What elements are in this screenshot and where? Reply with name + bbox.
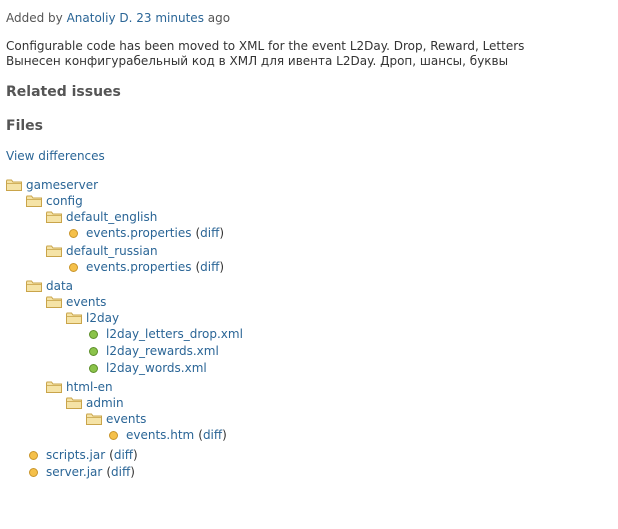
folder-link[interactable]: gameserver	[26, 177, 98, 193]
diff-link[interactable]: diff	[114, 448, 133, 462]
folder-icon	[26, 195, 42, 207]
folder-icon	[46, 245, 62, 257]
folder-row: html-en	[46, 379, 113, 395]
view-differences-link[interactable]: View differences	[6, 149, 105, 163]
folder-row: events	[86, 411, 146, 427]
folder-row: data	[26, 278, 73, 294]
modified-status-icon	[69, 262, 78, 272]
folder-link[interactable]: default_russian	[66, 243, 158, 259]
modified-status-icon	[69, 228, 78, 238]
folder-icon	[26, 280, 42, 292]
file-row: l2day_rewards.xml	[86, 343, 219, 359]
time-ago-link[interactable]: 23 minutes	[136, 11, 204, 25]
folder-icon	[66, 397, 82, 409]
related-issues-heading: Related issues	[6, 84, 121, 100]
file-row: events.properties (diff)	[66, 225, 224, 241]
diff-wrapper: (diff)	[195, 226, 225, 240]
file-link[interactable]: events.properties	[86, 259, 191, 275]
folder-row: events	[46, 294, 106, 310]
folder-icon	[46, 211, 62, 223]
modified-status-icon	[109, 430, 118, 440]
folder-link[interactable]: admin	[86, 395, 124, 411]
added-by-prefix: Added by	[6, 11, 63, 25]
added-status-icon	[89, 346, 98, 356]
folder-icon	[46, 381, 62, 393]
file-link[interactable]: events.htm	[126, 427, 194, 443]
folder-row: admin	[66, 395, 124, 411]
diff-wrapper: (diff)	[195, 260, 225, 274]
added-status-icon	[89, 363, 98, 373]
file-link[interactable]: l2day_words.xml	[106, 360, 207, 376]
diff-wrapper: (diff)	[106, 465, 135, 479]
diff-link[interactable]: diff	[111, 465, 130, 479]
folder-link[interactable]: events	[106, 411, 146, 427]
file-link[interactable]: server.jar	[46, 464, 102, 480]
description-line-2: Вынесен конфигурабельный код в ХМЛ для и…	[6, 54, 509, 68]
folder-icon	[46, 296, 62, 308]
author-link[interactable]: Anatoliy D.	[67, 11, 133, 25]
diff-link[interactable]: diff	[200, 260, 219, 274]
file-link[interactable]: events.properties	[86, 225, 191, 241]
diff-wrapper: (diff)	[198, 428, 227, 442]
file-link[interactable]: l2day_letters_drop.xml	[106, 326, 243, 342]
journal-description: Configurable code has been moved to XML …	[6, 39, 524, 69]
folder-row: gameserver	[6, 177, 98, 193]
file-row: server.jar (diff)	[26, 464, 135, 480]
folder-link[interactable]: config	[46, 193, 83, 209]
folder-icon	[6, 179, 22, 191]
folder-link[interactable]: events	[66, 294, 106, 310]
folder-link[interactable]: default_english	[66, 209, 157, 225]
folder-row: default_russian	[46, 243, 158, 259]
folder-link[interactable]: html-en	[66, 379, 113, 395]
file-row: events.htm (diff)	[106, 427, 227, 443]
folder-icon	[86, 413, 102, 425]
file-row: l2day_words.xml	[86, 360, 207, 376]
description-line-1: Configurable code has been moved to XML …	[6, 39, 525, 53]
files-heading: Files	[6, 118, 43, 134]
diff-wrapper: (diff)	[109, 448, 138, 462]
folder-link[interactable]: data	[46, 278, 73, 294]
modified-status-icon	[29, 450, 38, 460]
folder-link[interactable]: l2day	[86, 310, 119, 326]
file-link[interactable]: l2day_rewards.xml	[106, 343, 219, 359]
folder-icon	[66, 312, 82, 324]
file-link[interactable]: scripts.jar	[46, 447, 105, 463]
added-status-icon	[89, 329, 98, 339]
file-row: events.properties (diff)	[66, 259, 224, 275]
modified-status-icon	[29, 467, 38, 477]
journal-header: Added by Anatoliy D. 23 minutes ago	[6, 11, 230, 25]
file-row: l2day_letters_drop.xml	[86, 326, 243, 342]
folder-row: config	[26, 193, 83, 209]
file-row: scripts.jar (diff)	[26, 447, 138, 463]
ago-suffix: ago	[207, 11, 231, 25]
folder-row: default_english	[46, 209, 157, 225]
folder-row: l2day	[66, 310, 119, 326]
diff-link[interactable]: diff	[203, 428, 222, 442]
diff-link[interactable]: diff	[200, 226, 219, 240]
